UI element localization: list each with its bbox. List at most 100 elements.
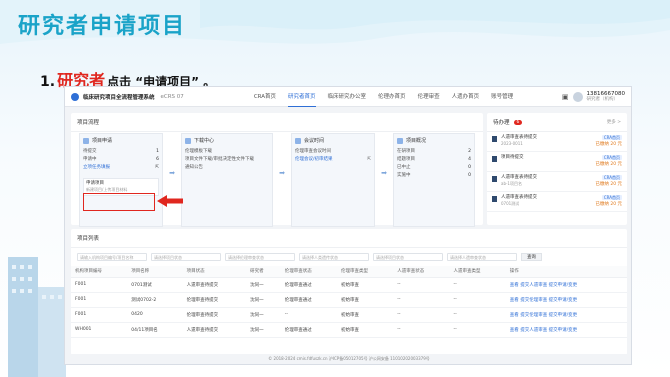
- row-actions[interactable]: 查看 提交伦理审查 提交申请/变更: [505, 292, 627, 308]
- nav-clinical-office[interactable]: 临床研究办公室: [328, 87, 367, 107]
- chart-icon: [397, 137, 403, 144]
- stat-label: 结题项目: [397, 157, 415, 162]
- row-actions[interactable]: 查看 提交人遗审查 提交申请/变更: [505, 322, 627, 338]
- todo-item-title: 项目待提交: [501, 155, 524, 160]
- highlight-box: [83, 193, 155, 211]
- card-project-apply: 项目申请 待提交 1 申请中 6 立项任务填报 ⇱ 申请项目 新建项目/上传项目材料: [79, 133, 163, 227]
- nav-ethics-home[interactable]: 伦理办首页: [378, 87, 406, 107]
- notification-icon[interactable]: ▣: [562, 93, 569, 101]
- app-screenshot: 临床研究项目全流程管理系统 eCRS 07 CRA首页 研究者首页 临床研究办公…: [64, 86, 632, 365]
- download-label: 伦理模板下载: [185, 149, 212, 154]
- genetics-review-select[interactable]: 请选择人遗审查状态: [447, 253, 517, 261]
- column-header: 机构项目编号: [71, 266, 128, 278]
- project-state-select[interactable]: 请选择项目状态: [373, 253, 443, 261]
- stat-row[interactable]: 已中止 0: [397, 164, 471, 172]
- flow-arrow-icon: ➡: [279, 169, 285, 177]
- stat-row[interactable]: 结题项目 4: [397, 156, 471, 164]
- stat-row[interactable]: 实施中 0: [397, 172, 471, 180]
- cell: 初始审查: [336, 307, 394, 323]
- meeting-label: 伦理审查会议时间: [295, 149, 331, 154]
- todo-title: 待办理: [493, 120, 510, 126]
- stat-row[interactable]: 在研项目 2: [397, 148, 471, 156]
- query-button[interactable]: 查询: [521, 253, 542, 261]
- nav-genetics-home[interactable]: 人遗办首页: [452, 87, 480, 107]
- list-title: 项目列表: [71, 229, 627, 248]
- column-header: 项目名称: [127, 266, 183, 278]
- user-menu[interactable]: ▣ 13816667080 研究者（机构）: [562, 91, 625, 103]
- column-header: 人遗审查状态: [393, 266, 450, 278]
- app-version: eCRS 07: [160, 93, 184, 100]
- meeting-item[interactable]: 伦理审查会议时间: [295, 148, 371, 156]
- nav-account[interactable]: 账号管理: [491, 87, 513, 107]
- stat-row[interactable]: 立项任务填报 ⇱: [83, 164, 159, 172]
- cell: F001: [71, 277, 128, 293]
- todo-item-title: 人遗审查表待提交: [501, 135, 537, 140]
- step-number: 1.: [40, 74, 56, 90]
- todo-item[interactable]: 项目待提交 CRA首页 已缴纳 20 元: [487, 152, 627, 172]
- todo-item[interactable]: 人遗审查表待提交 0701测试 CRA首页 已缴纳 20 元: [487, 192, 627, 212]
- meeting-item[interactable]: 伦理会议/初审结果 ⇱: [295, 156, 371, 164]
- stat-value: 0: [468, 173, 471, 178]
- document-icon: [492, 156, 497, 162]
- column-header: 研究者: [246, 266, 281, 278]
- stat-label: 在研项目: [397, 149, 415, 154]
- nav-cra-home[interactable]: CRA首页: [254, 87, 276, 107]
- cell: 伦理审查待提交: [182, 292, 247, 308]
- todo-count-badge: 6: [513, 119, 523, 125]
- todo-item[interactable]: 人遗审查表待提交 2023-0011 CRA首页 已缴纳 20 元: [487, 132, 627, 152]
- user-info: 13816667080 研究者（机构）: [587, 91, 626, 103]
- stat-label: 待提交: [83, 149, 97, 154]
- cell: 伦理审查待提交: [182, 307, 247, 323]
- stat-label: 申请中: [83, 157, 97, 162]
- stat-value: 6: [156, 157, 159, 162]
- stat-value: 2: [468, 149, 471, 154]
- table-row: WH001 04/11项目名 人遗审查待提交 沈同一 伦理审查通过 初始审查 -- -- 查看 …: [71, 322, 627, 338]
- todo-meta: CRA首页 已缴纳 20 元: [595, 155, 622, 168]
- cell: 伦理审查通过: [280, 277, 337, 293]
- cell: F001: [71, 307, 128, 323]
- stat-label: 立项任务填报: [83, 165, 110, 170]
- row-actions[interactable]: 查看 提交人遗审查 提交申请/变更: [505, 277, 627, 293]
- todo-meta: CRA首页 已缴纳 20 元: [595, 175, 622, 188]
- meeting-label: 伦理会议/初审结果: [295, 157, 333, 162]
- stat-label: 已中止: [397, 165, 411, 170]
- todo-text: 人遗审查表待提交 2023-0011: [501, 135, 591, 147]
- todo-header: 待办理 6 更多 >: [487, 113, 627, 132]
- app-footer: © 2018-2024 cmis.fdfuszk.cn 沪ICP备0501270…: [65, 354, 631, 364]
- todo-item-title: 人遗审查表待提交: [501, 195, 537, 200]
- todo-tag: CRA首页: [601, 195, 622, 200]
- download-item[interactable]: 伦理模板下载: [185, 148, 269, 156]
- download-item[interactable]: 项目文件下载/审批决定性文件下载: [185, 156, 269, 164]
- project-status-select[interactable]: 请选择项目状态: [151, 253, 221, 261]
- download-item[interactable]: 通知公告: [185, 164, 269, 172]
- cell: --: [393, 277, 450, 293]
- ethics-status-select[interactable]: 请选择伦理审查状态: [225, 253, 295, 261]
- stat-label: 实施中: [397, 173, 411, 178]
- stat-row[interactable]: 待提交 1: [83, 148, 159, 156]
- avatar: [572, 91, 583, 102]
- todo-amount: 已缴纳 20 元: [595, 142, 622, 147]
- todo-item-sub: 0701测试: [501, 201, 520, 206]
- cell: --: [449, 322, 506, 338]
- card-meeting-time: 会议时间 伦理审查会议时间 伦理会议/初审结果 ⇱: [291, 133, 375, 227]
- user-role: 研究者（机构）: [586, 96, 619, 102]
- external-link-icon[interactable]: ⇱: [367, 156, 371, 164]
- row-actions[interactable]: 查看 提交伦理审查 提交申请/变更: [505, 307, 627, 323]
- app-name: 临床研究项目全流程管理系统: [83, 94, 155, 101]
- genetics-status-select[interactable]: 请选择人类遗传状态: [299, 253, 369, 261]
- todo-more-link[interactable]: 更多 >: [607, 119, 621, 125]
- table-row: F001 测试0702-2 伦理审查待提交 沈同一 伦理审查通过 初始审查 -- -- 查看 提…: [71, 292, 627, 308]
- card-download-center: 下载中心 伦理模板下载 项目文件下载/审批决定性文件下载 通知公告: [181, 133, 273, 227]
- card-title: 项目概况: [406, 138, 427, 144]
- cell: 测试0702-2: [127, 292, 183, 308]
- keyword-input[interactable]: 请输入机构项目编号/项目名称: [77, 253, 147, 261]
- document-icon: [492, 136, 497, 142]
- stat-row[interactable]: 申请中 6: [83, 156, 159, 164]
- project-table: 机构项目编号 项目名称 项目状态 研究者 伦理审查状态 伦理审查类型 人遗审查状…: [71, 266, 627, 338]
- download-label: 通知公告: [185, 165, 203, 170]
- todo-item[interactable]: 人遗审查表待提交 ab-1项目名 CRA首页 已缴纳 20 元: [487, 172, 627, 192]
- cell: 0420: [127, 307, 183, 323]
- external-link-icon[interactable]: ⇱: [155, 164, 159, 172]
- nav-researcher-home[interactable]: 研究者首页: [288, 87, 316, 107]
- nav-ethics-review[interactable]: 伦理审查: [418, 87, 440, 107]
